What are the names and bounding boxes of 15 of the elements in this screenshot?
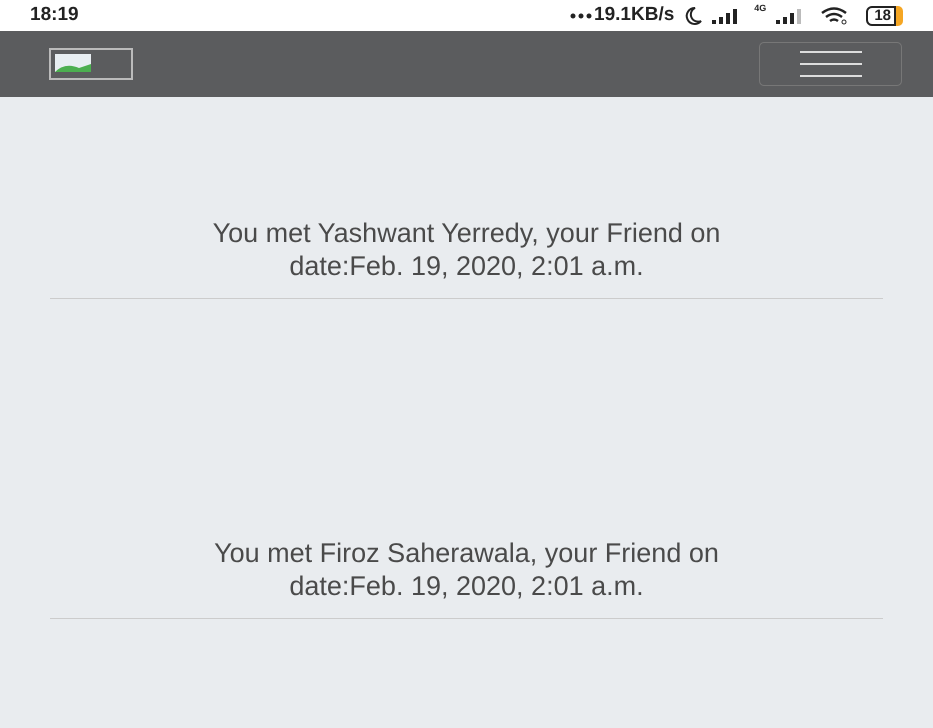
dots-icon [570, 12, 592, 18]
menu-icon [800, 50, 862, 78]
meeting-message: You met Firoz Saherawala, your Friend on [214, 537, 719, 570]
battery-charge-icon [896, 6, 903, 26]
menu-button[interactable] [759, 42, 902, 86]
network-speed: 19.1KB/s [594, 3, 674, 28]
meeting-date: date:Feb. 19, 2020, 2:01 a.m. [289, 250, 644, 283]
signal-icon [712, 8, 738, 24]
network-type: 4G [754, 4, 766, 14]
meeting-message: You met Yashwant Yerredy, your Friend on [212, 217, 720, 250]
meeting-date: date:Feb. 19, 2020, 2:01 a.m. [289, 570, 644, 603]
signal-icon [776, 8, 802, 24]
moon-icon [684, 6, 702, 26]
clock-time: 18:19 [30, 3, 79, 28]
broken-image-icon[interactable] [49, 48, 133, 80]
